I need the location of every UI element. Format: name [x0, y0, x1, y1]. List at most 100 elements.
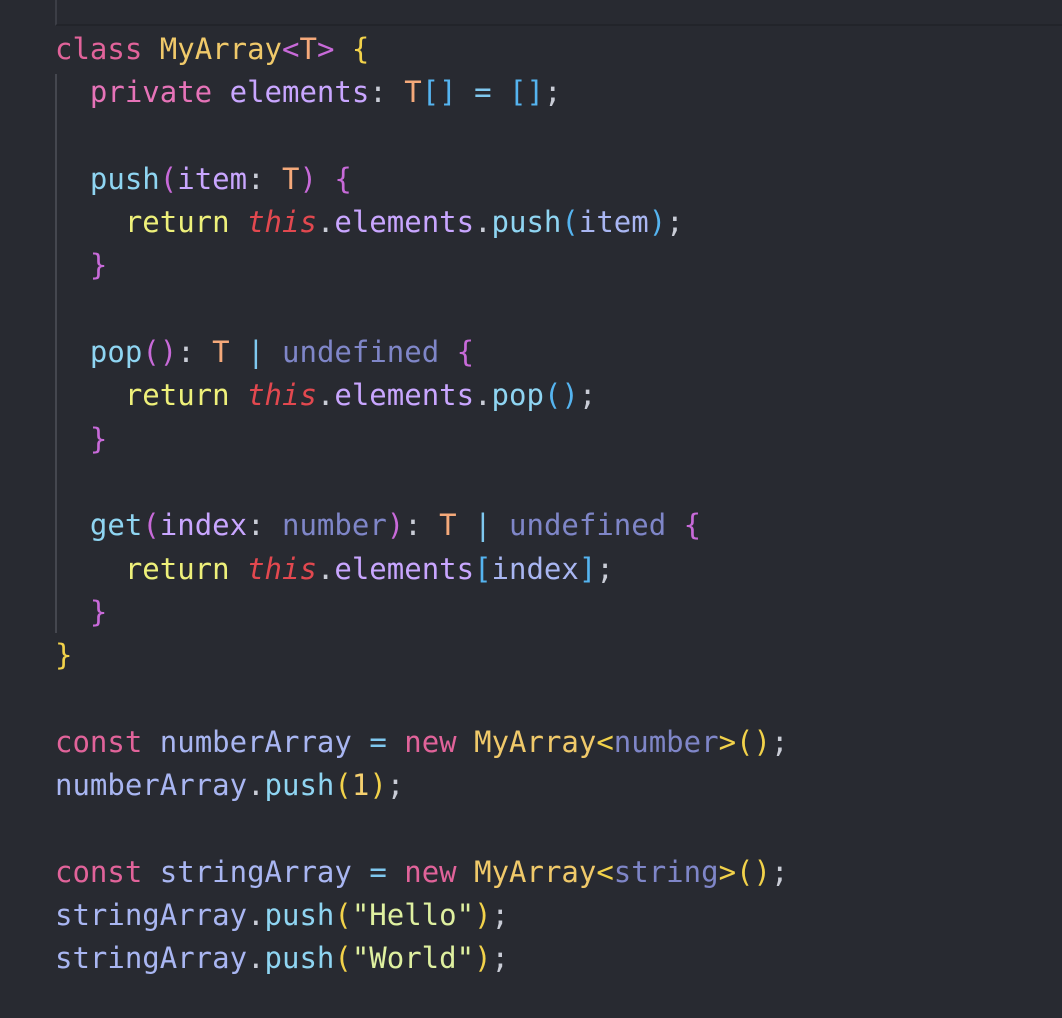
code-token: T	[439, 508, 457, 543]
code-token: undefined	[509, 508, 667, 543]
code-token: ;	[543, 75, 562, 110]
code-token: elements	[334, 378, 475, 413]
code-token: numberArray	[55, 768, 248, 803]
code-line[interactable]: const numberArray = new MyArray<number>(…	[55, 721, 788, 764]
code-token: >	[316, 32, 335, 66]
code-token: =	[369, 724, 387, 759]
previous-block-edge	[55, 0, 1062, 26]
code-token: {	[456, 335, 475, 370]
code-line[interactable]: ​	[55, 807, 788, 850]
code-token: (	[159, 161, 178, 196]
code-area[interactable]: class MyArray<T> { private elements: T[]…	[55, 28, 788, 981]
code-token: :	[247, 508, 283, 543]
code-line[interactable]: stringArray.push("World");	[55, 937, 788, 980]
code-line[interactable]: }	[55, 634, 788, 677]
code-token: ]	[578, 551, 597, 586]
code-token: .	[474, 205, 492, 240]
code-line[interactable]: }	[55, 418, 788, 461]
code-token: (	[142, 508, 160, 543]
code-token: item	[578, 205, 649, 240]
code-token: string	[613, 854, 719, 889]
code-token: new	[404, 854, 457, 889]
code-token: T	[299, 32, 317, 66]
code-token: T	[282, 161, 300, 196]
code-token: []	[421, 75, 457, 110]
code-token: :	[247, 161, 282, 196]
code-token: }	[89, 421, 108, 456]
code-token: )	[474, 941, 492, 976]
code-line[interactable]: ​	[55, 288, 788, 331]
code-line[interactable]: ​	[55, 461, 788, 504]
code-line[interactable]: numberArray.push(1);	[55, 764, 788, 807]
code-line[interactable]: push(item: T) {	[55, 158, 788, 201]
code-line[interactable]: class MyArray<T> {	[55, 28, 788, 71]
code-token: push	[264, 768, 335, 803]
code-token: numberArray	[159, 724, 352, 759]
code-token: (	[334, 897, 352, 932]
code-line[interactable]: }	[55, 591, 788, 634]
code-token: undefined	[282, 335, 440, 370]
code-token: T	[212, 335, 230, 370]
code-token: number	[282, 508, 387, 543]
code-token: )	[369, 768, 387, 803]
code-token: :	[369, 75, 405, 110]
code-token: )	[474, 897, 492, 932]
code-editor[interactable]: class MyArray<T> { private elements: T[]…	[0, 0, 1062, 1018]
code-line[interactable]: return this.elements.push(item);	[55, 201, 788, 244]
code-token: T	[404, 75, 422, 110]
code-token: return	[124, 378, 230, 413]
code-token: ()	[543, 378, 579, 413]
code-line[interactable]: ​	[55, 115, 788, 158]
code-token: return	[124, 551, 230, 586]
code-token: .	[316, 378, 335, 413]
code-line[interactable]: ​	[55, 677, 788, 720]
code-line[interactable]: pop(): T | undefined {	[55, 331, 788, 374]
code-token: :	[177, 335, 213, 370]
code-token: pop	[89, 335, 143, 370]
code-token: =	[369, 854, 387, 889]
code-token: class	[55, 32, 143, 66]
code-token: ()	[736, 854, 771, 889]
code-line[interactable]: stringArray.push("Hello");	[55, 894, 788, 937]
code-token: elements	[334, 551, 475, 586]
code-token: item	[177, 161, 248, 196]
code-line[interactable]: }	[55, 244, 788, 287]
code-token: push	[264, 941, 335, 976]
code-line[interactable]: return this.elements[index];	[55, 548, 788, 591]
code-token: ;	[386, 768, 405, 803]
code-token: )	[648, 205, 667, 240]
code-line[interactable]: return this.elements.pop();	[55, 374, 788, 417]
code-token: MyArray	[474, 724, 597, 759]
code-token: private	[89, 75, 213, 110]
code-token: ;	[770, 724, 789, 759]
code-line[interactable]: const stringArray = new MyArray<string>(…	[55, 851, 788, 894]
code-token: =	[474, 75, 492, 110]
code-line[interactable]: get(index: number): T | undefined {	[55, 504, 788, 547]
code-line[interactable]: private elements: T[] = [];	[55, 71, 788, 114]
code-token: index	[159, 508, 248, 543]
code-token: >	[718, 854, 737, 889]
code-token: push	[89, 161, 160, 196]
code-token: this	[247, 205, 317, 240]
code-token: MyArray	[474, 854, 597, 889]
code-token: elements	[334, 205, 475, 240]
code-token: |	[474, 508, 492, 543]
code-token: [	[474, 551, 492, 586]
